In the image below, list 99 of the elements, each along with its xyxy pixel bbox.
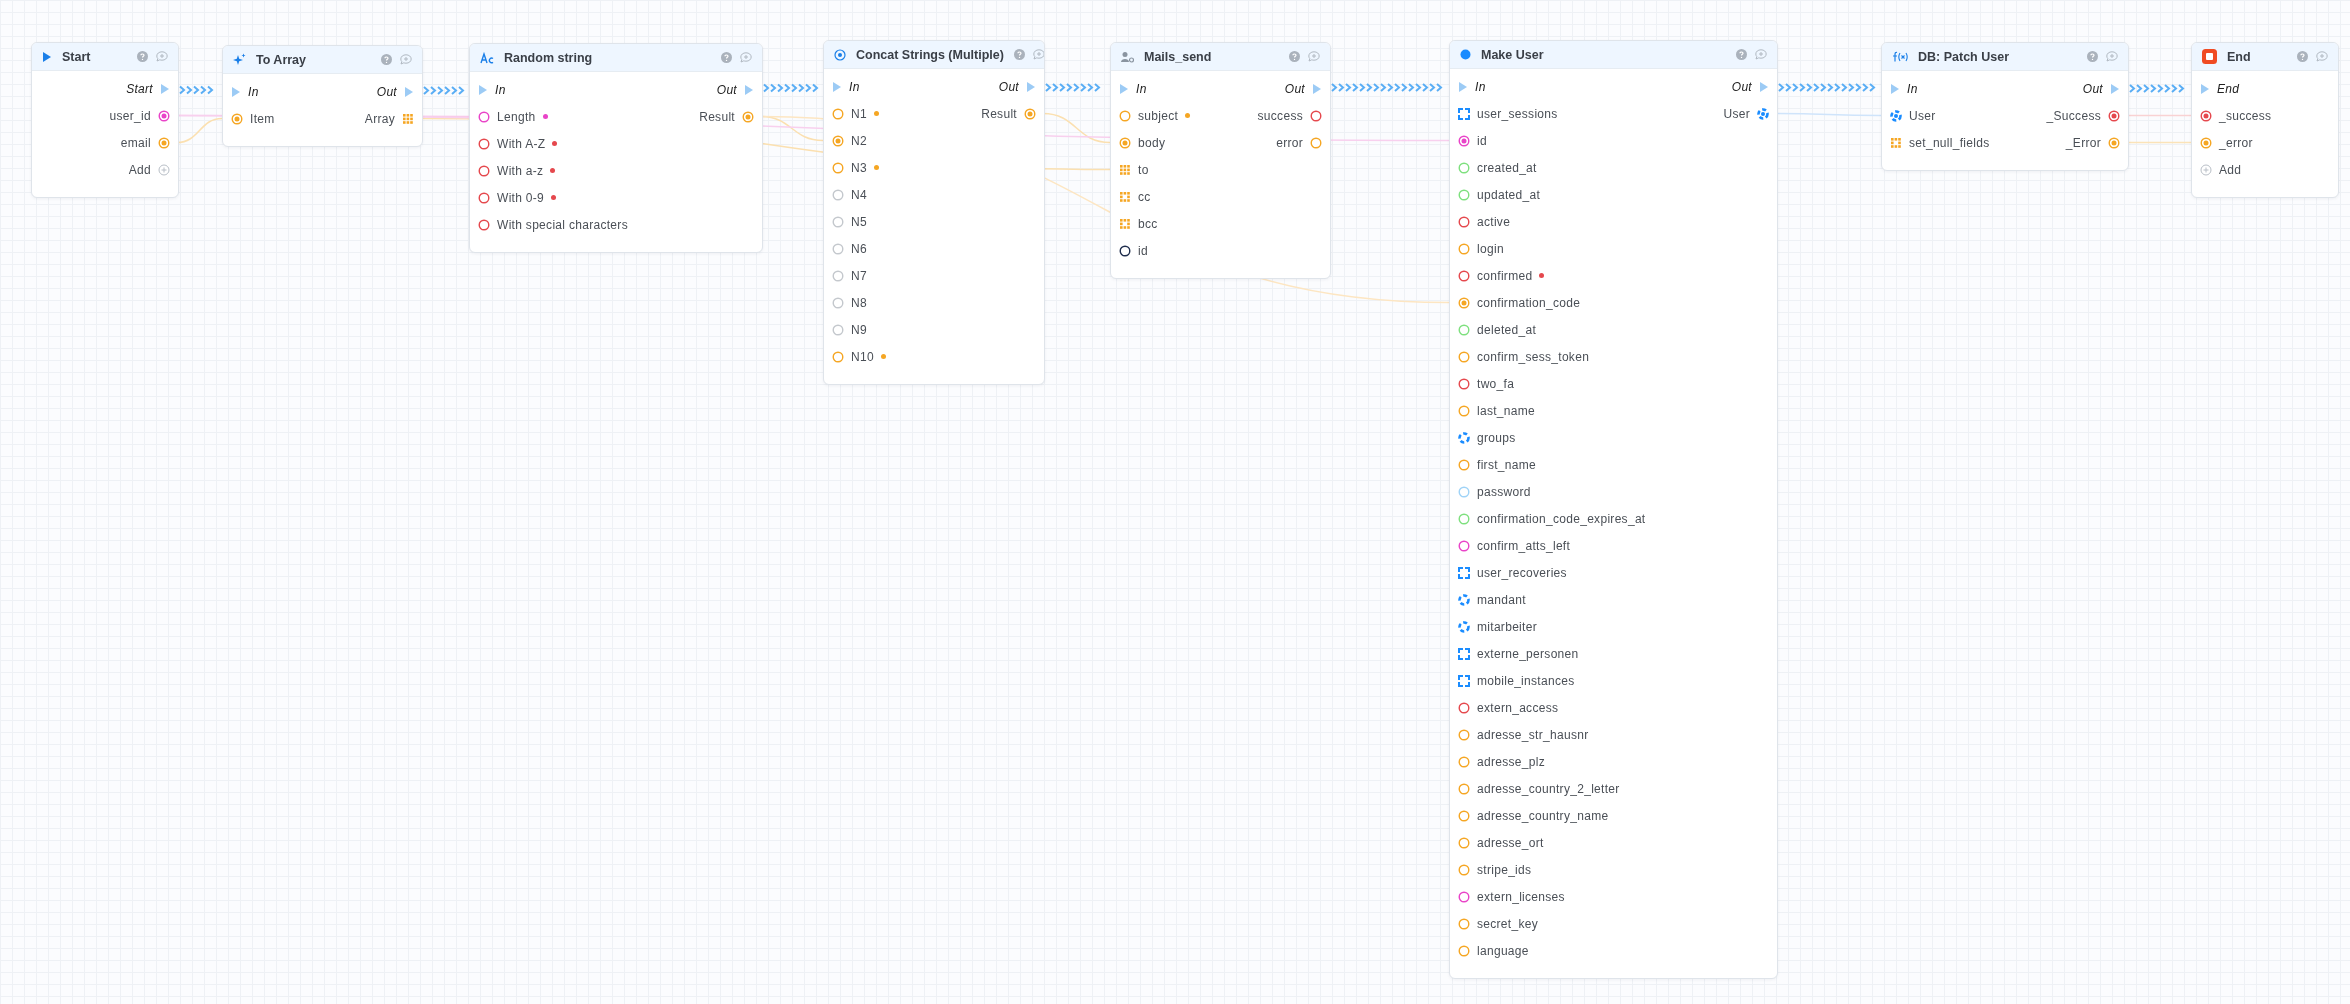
node-card[interactable]: End End _success _error Add bbox=[2191, 42, 2339, 198]
port-label: Add bbox=[2219, 162, 2242, 177]
port-label: stripe_ids bbox=[1477, 862, 1532, 877]
port-label: success bbox=[1257, 108, 1303, 123]
port-label: With a-z bbox=[497, 163, 544, 178]
port-label: N5 bbox=[851, 214, 867, 229]
port-label: N6 bbox=[851, 241, 867, 256]
port-label: Result bbox=[981, 106, 1017, 121]
port-label: extern_licenses bbox=[1477, 889, 1565, 904]
port-label: first_name bbox=[1477, 457, 1537, 472]
port-label: Result bbox=[699, 109, 735, 124]
port-label: N7 bbox=[851, 268, 867, 283]
node-title: DB: Patch User bbox=[1918, 49, 2010, 64]
port-label: confirm_sess_token bbox=[1477, 349, 1590, 364]
exec-port-label: Out bbox=[1284, 81, 1305, 96]
port-label: created_at bbox=[1477, 160, 1537, 175]
exec-port-label: Out bbox=[1731, 79, 1752, 94]
port-label: User bbox=[1909, 108, 1936, 123]
exec-port-label: In bbox=[1475, 79, 1486, 94]
port-label: confirmation_code_expires_at bbox=[1477, 511, 1646, 526]
port-label: confirm_atts_left bbox=[1477, 538, 1571, 553]
port-label: adresse_str_hausnr bbox=[1477, 727, 1589, 742]
port-label: confirmed bbox=[1477, 268, 1533, 283]
port-label: _success bbox=[2219, 108, 2272, 123]
port-label: subject bbox=[1138, 108, 1179, 123]
node-title: Random string bbox=[504, 50, 594, 65]
port-label: user_sessions bbox=[1477, 106, 1558, 121]
exec-port-label: Out bbox=[376, 84, 397, 99]
port-label: Length bbox=[497, 109, 536, 124]
port-label: mandant bbox=[1477, 592, 1526, 607]
port-label: extern_access bbox=[1477, 700, 1559, 715]
port-label: Item bbox=[250, 111, 275, 126]
port-label: body bbox=[1138, 135, 1166, 150]
port-label: N9 bbox=[851, 322, 867, 337]
port-label: adresse_ort bbox=[1477, 835, 1544, 850]
port-label: mobile_instances bbox=[1477, 673, 1575, 688]
port-label: confirmation_code bbox=[1477, 295, 1581, 310]
port-label: last_name bbox=[1477, 403, 1536, 418]
port-label: adresse_plz bbox=[1477, 754, 1545, 769]
port-label: id bbox=[1138, 243, 1148, 258]
port-label: With 0-9 bbox=[497, 190, 545, 205]
port-label: Add bbox=[128, 162, 151, 177]
port-label: N2 bbox=[851, 133, 867, 148]
port-label: _Success bbox=[2046, 108, 2101, 123]
exec-port-label: Start bbox=[126, 81, 153, 96]
port-label: two_fa bbox=[1477, 376, 1515, 391]
node-card[interactable]: Mails_send In Out subject success body error to cc bcc id bbox=[1110, 42, 1331, 279]
exec-port-label: In bbox=[248, 84, 259, 99]
port-label: cc bbox=[1138, 189, 1151, 204]
node-card[interactable]: To Array In Out Item Array bbox=[222, 45, 423, 147]
exec-port-label: Out bbox=[716, 82, 737, 97]
exec-port-label: In bbox=[1136, 81, 1147, 96]
port-label: active bbox=[1477, 214, 1511, 229]
node-card[interactable]: Random string In Out Length Result With A-Z With a-z With 0-9 With special characters bbox=[469, 43, 763, 253]
port-label: N8 bbox=[851, 295, 867, 310]
node-card[interactable]: Start Start user_id email Add bbox=[31, 42, 179, 198]
port-label: user_id bbox=[109, 108, 151, 123]
node-title: Start bbox=[62, 49, 92, 64]
port-label: language bbox=[1477, 943, 1529, 958]
port-label: N1 bbox=[851, 106, 867, 121]
node-title: Mails_send bbox=[1144, 49, 1213, 64]
port-label: With special characters bbox=[497, 217, 628, 232]
port-label: password bbox=[1477, 484, 1531, 499]
port-label: updated_at bbox=[1477, 187, 1541, 202]
port-label: groups bbox=[1477, 430, 1516, 445]
port-label: N4 bbox=[851, 187, 867, 202]
port-label: Array bbox=[364, 111, 395, 126]
exec-port-label: In bbox=[1907, 81, 1918, 96]
port-label: externe_personen bbox=[1477, 646, 1579, 661]
node-title: Concat Strings (Multiple) bbox=[856, 47, 1004, 62]
port-label: _error bbox=[2219, 135, 2253, 150]
port-label: user_recoveries bbox=[1477, 565, 1567, 580]
exec-port-label: In bbox=[495, 82, 506, 97]
port-label: email bbox=[120, 135, 151, 150]
node-title: Make User bbox=[1481, 47, 1545, 62]
port-label: error bbox=[1276, 135, 1303, 150]
node-title: To Array bbox=[256, 52, 307, 67]
port-label: N3 bbox=[851, 160, 867, 175]
port-label: bcc bbox=[1138, 216, 1158, 231]
exec-port-label: In bbox=[849, 79, 860, 94]
port-label: secret_key bbox=[1477, 916, 1539, 931]
node-card[interactable]: DB: Patch User In Out User _Success set_null_fields _Error bbox=[1881, 42, 2129, 171]
port-label: mitarbeiter bbox=[1477, 619, 1537, 634]
port-label: With A-Z bbox=[497, 136, 546, 151]
port-label: _Error bbox=[2065, 135, 2101, 150]
port-label: N10 bbox=[851, 349, 874, 364]
port-label: User bbox=[1723, 106, 1750, 121]
port-label: to bbox=[1138, 162, 1149, 177]
node-title: End bbox=[2227, 49, 2252, 64]
node-card[interactable]: Concat Strings (Multiple) In Out N1 Result N2 N3 N4 N5 N6 N7 N8 N9 N10 bbox=[823, 40, 1045, 385]
port-label: id bbox=[1477, 133, 1487, 148]
exec-port-label: Out bbox=[2082, 81, 2103, 96]
port-label: adresse_country_name bbox=[1477, 808, 1609, 823]
port-label: set_null_fields bbox=[1909, 135, 1990, 150]
exec-port-label: End bbox=[2217, 81, 2240, 96]
port-label: adresse_country_2_letter bbox=[1477, 781, 1620, 796]
port-label: deleted_at bbox=[1477, 322, 1537, 337]
exec-port-label: Out bbox=[998, 79, 1019, 94]
port-label: login bbox=[1477, 241, 1504, 256]
